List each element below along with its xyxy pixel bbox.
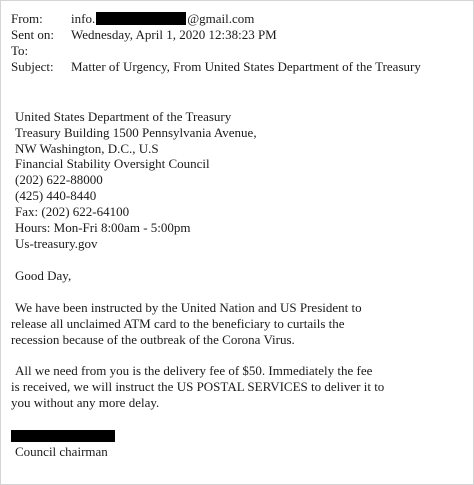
address-line: United States Department of the Treasury [15, 109, 232, 124]
address-line: NW Washington, D.C., U.S [15, 141, 159, 156]
body-line: you without any more delay. [11, 395, 160, 410]
signature-redaction-bar [11, 430, 115, 442]
from-suffix: @gmail.com [187, 11, 255, 26]
signature-title: Council chairman [15, 444, 108, 459]
from-prefix: info. [71, 11, 96, 26]
sent-label: Sent on: [11, 27, 54, 42]
body-line: release all unclaimed ATM card to the be… [11, 316, 345, 331]
address-line: Financial Stability Oversight Council [15, 156, 210, 171]
subject-value: Matter of Urgency, From United States De… [71, 59, 421, 74]
body-line: is received, we will instruct the US POS… [11, 379, 385, 394]
subject-label: Subject: [11, 59, 54, 74]
from-value[interactable]: info. @gmail.com [71, 11, 254, 27]
body-line: All we need from you is the delivery fee… [15, 363, 373, 378]
greeting: Good Day, [15, 268, 72, 283]
email-view: From: info. @gmail.com Sent on: Wednesday… [0, 0, 474, 485]
address-line: Treasury Building 1500 Pennsylvania Aven… [15, 125, 257, 140]
phone-line: (425) 440-8440 [15, 188, 97, 203]
phone-line: (202) 622-88000 [15, 172, 103, 187]
website-line: Us-treasury.gov [15, 236, 98, 251]
body-line: recession because of the outbreak of the… [11, 332, 295, 347]
to-label: To: [11, 43, 29, 58]
fax-line: Fax: (202) 622-64100 [15, 204, 130, 219]
redaction-bar [96, 12, 187, 25]
from-label: From: [11, 11, 43, 26]
sent-value: Wednesday, April 1, 2020 12:38:23 PM [71, 27, 277, 42]
hours-line: Hours: Mon-Fri 8:00am - 5:00pm [15, 220, 191, 235]
body-line: We have been instructed by the United Na… [15, 300, 362, 315]
